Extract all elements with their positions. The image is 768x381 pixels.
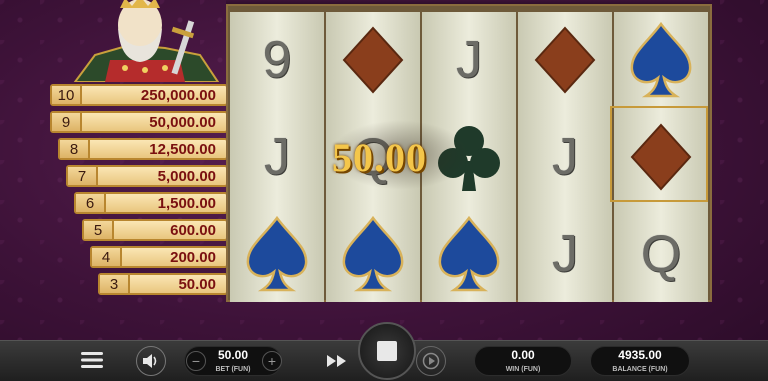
paytable-count: 9: [52, 113, 82, 131]
paytable-count: 8: [60, 140, 90, 158]
stop-icon: [377, 341, 397, 361]
card-letter-symbol: 9: [230, 12, 324, 108]
paytable-payout: 50,000.00: [149, 113, 216, 131]
paytable-payout: 50.00: [178, 275, 216, 293]
paytable-payout: 5,000.00: [157, 167, 216, 185]
card-letter: 9: [262, 31, 292, 89]
balance-label: BALANCE (FUN): [612, 366, 668, 373]
reel: JJ: [518, 12, 612, 302]
spade-icon: [230, 206, 324, 302]
paytable-count: 3: [100, 275, 130, 293]
paytable-row: 4 200.00: [90, 246, 228, 268]
card-letter-symbol: J: [230, 109, 324, 205]
paytable-count: 6: [76, 194, 106, 212]
paytable-count: 5: [84, 221, 114, 239]
card-letter-symbol: J: [422, 12, 516, 108]
bet-increase-button[interactable]: +: [262, 351, 282, 371]
paytable-payout: 600.00: [170, 221, 216, 239]
paytable: 10 250,000.00 9 50,000.00 8 12,500.00 7 5,000.0…: [50, 84, 228, 300]
paytable-row: 8 12,500.00: [58, 138, 228, 160]
winning-symbol-highlight: [610, 106, 708, 202]
bet-decrease-button[interactable]: −: [186, 351, 206, 371]
plus-icon: +: [267, 353, 277, 369]
card-letter: J: [264, 128, 290, 186]
bet-value: 50.00: [217, 348, 249, 362]
win-amount-popup: 50.00: [332, 135, 427, 180]
balance-value: 4935.00: [618, 348, 662, 362]
fast-forward-button[interactable]: [322, 346, 352, 376]
card-letter-symbol: J: [518, 206, 612, 302]
paytable-row: 3 50.00: [98, 273, 228, 295]
bet-label: BET (FUN): [215, 366, 251, 373]
king-character-art: [73, 0, 220, 82]
spade-icon: [614, 12, 708, 108]
autoplay-button[interactable]: [416, 346, 446, 376]
paytable-count: 4: [92, 248, 122, 266]
minus-icon: −: [191, 353, 201, 369]
paytable-row: 9 50,000.00: [50, 111, 228, 133]
hamburger-menu-icon: [81, 352, 103, 368]
spade-icon: [326, 206, 420, 302]
paytable-row: 6 1,500.00: [74, 192, 228, 214]
fast-forward-icon: [327, 355, 346, 367]
reel: 9J: [230, 12, 324, 302]
card-letter: Q: [640, 225, 682, 283]
diamond-icon: [518, 12, 612, 108]
autoplay-icon: [422, 352, 440, 370]
spin-stop-button[interactable]: [358, 322, 416, 380]
speaker-icon: [143, 354, 157, 368]
sound-button[interactable]: [136, 346, 166, 376]
win-label: WIN (FUN): [505, 366, 541, 373]
spade-icon: [422, 206, 516, 302]
card-letter-symbol: J: [518, 109, 612, 205]
paytable-count: 10: [52, 86, 82, 104]
paytable-payout: 1,500.00: [157, 194, 216, 212]
card-letter-symbol: Q: [614, 206, 708, 302]
card-letter: J: [552, 128, 578, 186]
paytable-payout: 250,000.00: [140, 86, 216, 104]
paytable-row: 7 5,000.00: [66, 165, 228, 187]
win-value: 0.00: [511, 348, 535, 362]
paytable-count: 7: [68, 167, 98, 185]
diamond-icon: [326, 12, 420, 108]
paytable-payout: 12,500.00: [149, 140, 216, 158]
paytable-row: 10 250,000.00: [50, 84, 228, 106]
card-letter: J: [552, 225, 578, 283]
paytable-row: 5 600.00: [82, 219, 228, 241]
card-letter: J: [456, 31, 482, 89]
paytable-payout: 200.00: [170, 248, 216, 266]
menu-button[interactable]: [78, 346, 106, 374]
